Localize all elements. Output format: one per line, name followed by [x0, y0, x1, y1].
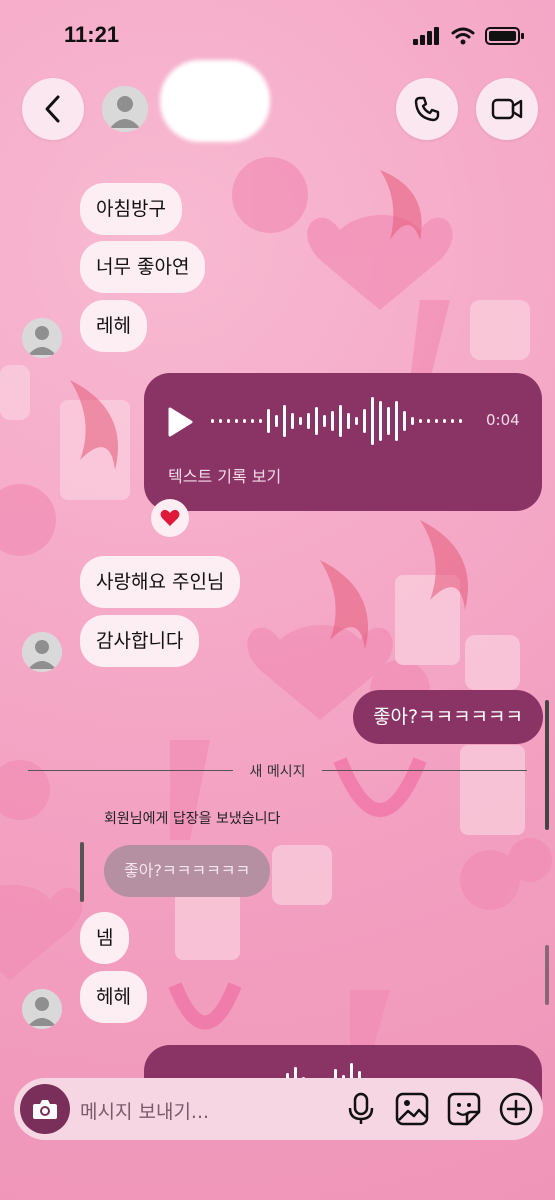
add-icon[interactable]: [499, 1092, 533, 1126]
status-bar: 11:21: [0, 0, 555, 70]
person-icon: [22, 632, 62, 672]
reply-quote-bar: [80, 842, 84, 902]
image-icon[interactable]: [395, 1092, 429, 1126]
message-incoming[interactable]: 너무 좋아연: [80, 241, 206, 293]
microphone-icon[interactable]: [345, 1092, 377, 1126]
battery-icon: [485, 27, 524, 45]
call-button[interactable]: [396, 78, 458, 140]
status-icons: [413, 26, 525, 46]
signal-icon: [413, 27, 439, 45]
message-incoming[interactable]: 레헤: [80, 300, 147, 352]
heart-icon: [160, 509, 180, 526]
header-avatar[interactable]: [102, 86, 148, 132]
wifi-icon: [451, 27, 475, 45]
reply-label: 회원님에게 답장을 보냈습니다: [104, 811, 281, 827]
message-outgoing[interactable]: 좋아?ㅋㅋㅋㅋㅋㅋ: [353, 690, 543, 744]
status-time: 11:21: [64, 22, 120, 47]
person-icon: [22, 989, 62, 1029]
video-call-button[interactable]: [476, 78, 538, 140]
message-incoming[interactable]: 사랑해요 주인님: [80, 556, 241, 608]
message-incoming[interactable]: 헤헤: [80, 971, 147, 1023]
camera-icon: [33, 1100, 57, 1119]
waveform[interactable]: [209, 395, 469, 447]
person-icon: [102, 86, 148, 132]
camera-button[interactable]: [20, 1084, 70, 1134]
video-camera-icon: [491, 98, 523, 120]
voice-message[interactable]: 0:04 텍스트 기록 보기: [144, 373, 542, 511]
scrollbar[interactable]: [545, 700, 549, 830]
message-incoming[interactable]: 넴: [80, 912, 130, 964]
play-icon[interactable]: [166, 406, 194, 438]
chat-background: [0, 0, 555, 1200]
message-incoming[interactable]: 아침방구: [80, 183, 182, 235]
reply-quote[interactable]: 좋아?ㅋㅋㅋㅋㅋㅋ: [104, 845, 271, 897]
sender-avatar[interactable]: [22, 318, 62, 358]
background-pattern: [0, 157, 552, 1060]
new-messages-label: 새 메시지: [249, 764, 306, 780]
contact-name-hidden: [160, 60, 270, 142]
sticker-icon[interactable]: [447, 1092, 481, 1126]
sender-avatar[interactable]: [22, 632, 62, 672]
sender-avatar[interactable]: [22, 989, 62, 1029]
message-incoming[interactable]: 감사합니다: [80, 615, 200, 667]
view-transcript-link[interactable]: 텍스트 기록 보기: [168, 463, 281, 487]
voice-duration: 0:04: [486, 411, 520, 429]
chevron-left-icon: [45, 95, 60, 123]
message-input[interactable]: 메시지 보내기...: [80, 1097, 209, 1124]
phone-icon: [414, 96, 440, 122]
person-icon: [22, 318, 62, 358]
scrollbar-secondary: [545, 945, 549, 1005]
new-messages-divider: 새 메시지: [28, 764, 527, 780]
message-composer: 메시지 보내기...: [14, 1078, 543, 1140]
back-button[interactable]: [22, 78, 84, 140]
reaction-badge[interactable]: [151, 499, 189, 537]
